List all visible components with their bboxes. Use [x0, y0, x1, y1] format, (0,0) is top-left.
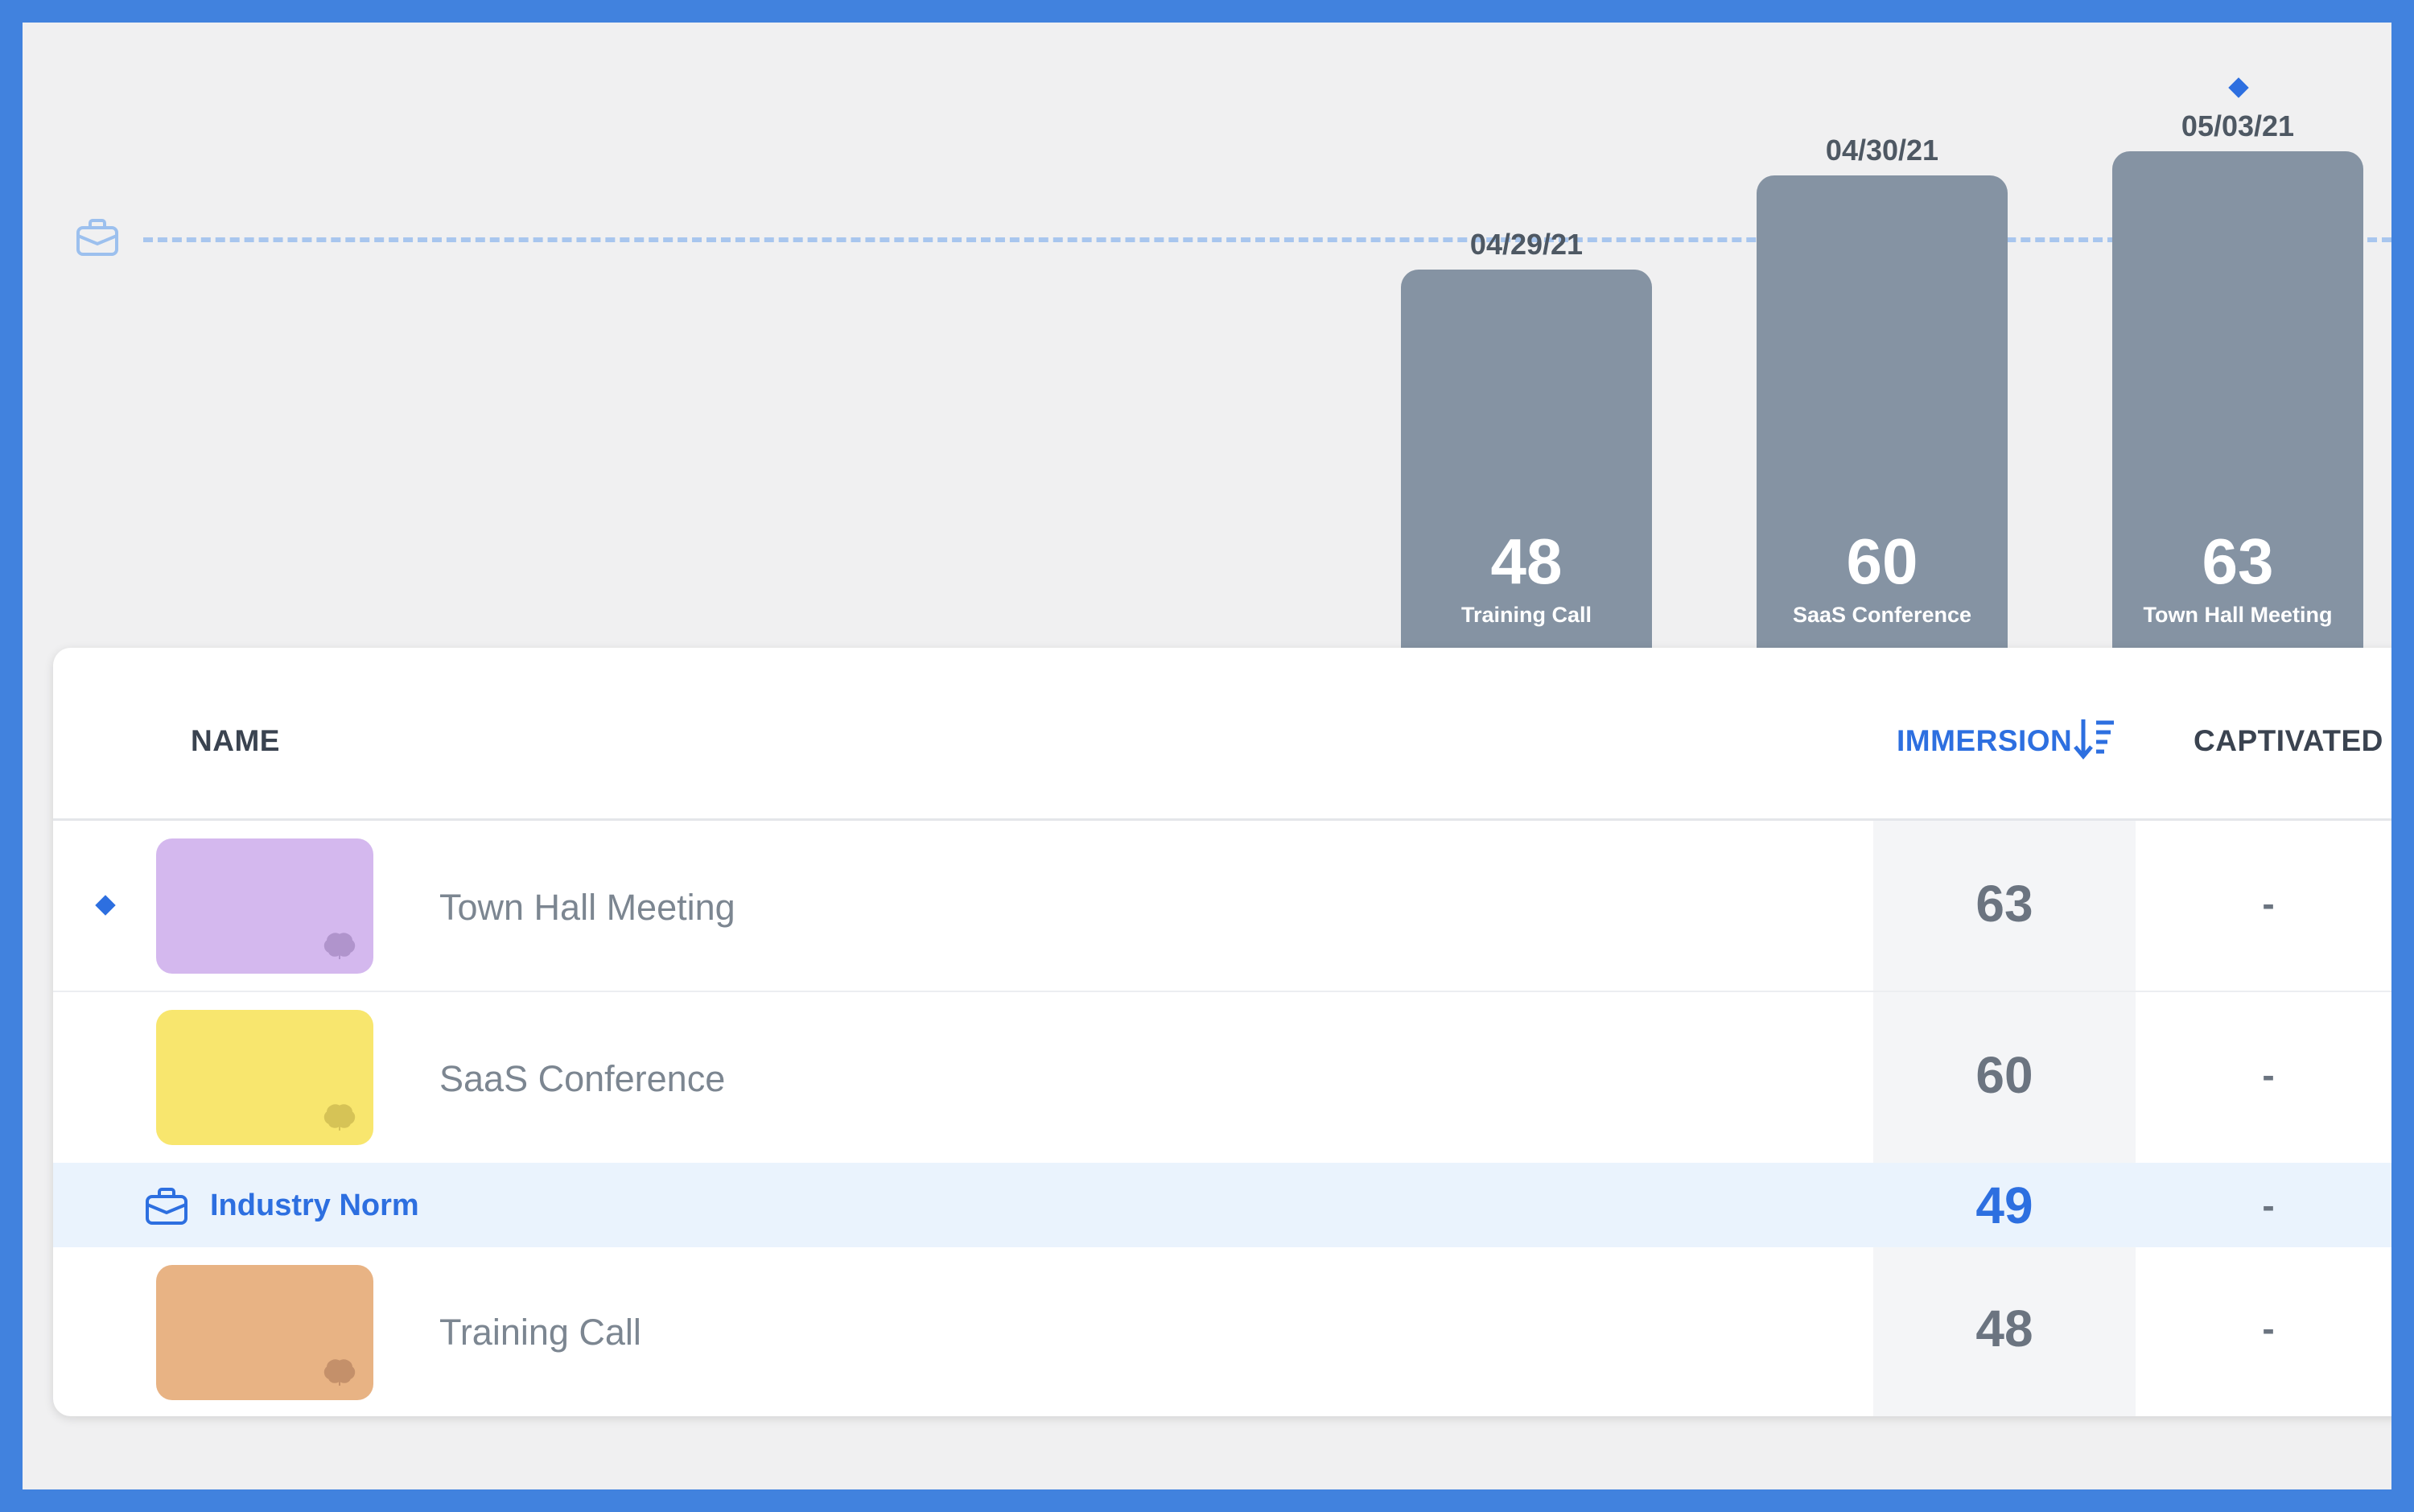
row-captivated: - [2262, 1308, 2275, 1349]
row-immersion: 48 [1975, 1300, 2033, 1358]
bar-date-label: 05/03/21 [2181, 109, 2295, 142]
row-captivated: - [2262, 1054, 2275, 1096]
bar-saas-conference[interactable]: 60 SaaS Conference [1757, 175, 2008, 650]
thumbnail [156, 838, 373, 974]
row-name[interactable]: Training Call [439, 1312, 641, 1353]
immersion-bar-chart: 04/29/21 48 Training Call 04/30/21 60 Sa… [23, 23, 2391, 650]
bar-category-label: Town Hall Meeting [2143, 603, 2333, 627]
bar-category-label: Training Call [1460, 603, 1592, 627]
column-header-captivated[interactable]: CAPTIVATED [2194, 724, 2383, 758]
table-row[interactable]: SaaS Conference 60 - [53, 992, 2391, 1163]
row-immersion: 60 [1975, 1046, 2033, 1104]
bar-town-hall-meeting[interactable]: 63 Town Hall Meeting [2112, 151, 2363, 650]
row-captivated: - [2262, 883, 2275, 925]
bar-training-call[interactable]: 48 Training Call [1401, 270, 1652, 650]
bar-value-label: 63 [2202, 525, 2274, 597]
industry-norm-line [143, 237, 2391, 242]
bar-value-label: 60 [1846, 525, 1918, 597]
briefcase-icon [76, 219, 118, 256]
sort-descending-icon[interactable] [2074, 716, 2115, 763]
table-row[interactable]: Town Hall Meeting 63 - [53, 821, 2391, 992]
pinned-marker-icon [2228, 77, 2249, 98]
column-header-name[interactable]: NAME [191, 724, 280, 758]
thumbnail [156, 1265, 373, 1400]
bar-date-label: 04/30/21 [1825, 134, 1939, 167]
row-name[interactable]: SaaS Conference [439, 1058, 725, 1100]
row-captivated: - [2262, 1184, 2275, 1226]
app-window: 04/29/21 48 Training Call 04/30/21 60 Sa… [23, 23, 2391, 1489]
row-immersion: 63 [1975, 875, 2033, 933]
row-name[interactable]: Town Hall Meeting [439, 887, 735, 929]
bar-category-label: SaaS Conference [1792, 603, 1972, 627]
brain-icon [323, 933, 356, 959]
thumbnail [156, 1010, 373, 1145]
row-immersion: 49 [1975, 1176, 2033, 1234]
industry-norm-row[interactable]: Industry Norm 49 - [53, 1163, 2391, 1247]
row-name[interactable]: Industry Norm [210, 1189, 419, 1223]
table-row[interactable]: Training Call 48 - [53, 1247, 2391, 1416]
bar-date-label: 04/29/21 [1469, 228, 1584, 261]
column-header-immersion[interactable]: IMMERSION [1897, 724, 2072, 758]
bar-value-label: 48 [1490, 525, 1563, 597]
brain-icon [323, 1359, 356, 1386]
briefcase-icon [146, 1188, 187, 1225]
pinned-marker-icon [95, 895, 116, 916]
brain-icon [323, 1104, 356, 1131]
results-table: NAME IMMERSION CAPTIVATED Town Hall Meet… [53, 648, 2391, 1416]
